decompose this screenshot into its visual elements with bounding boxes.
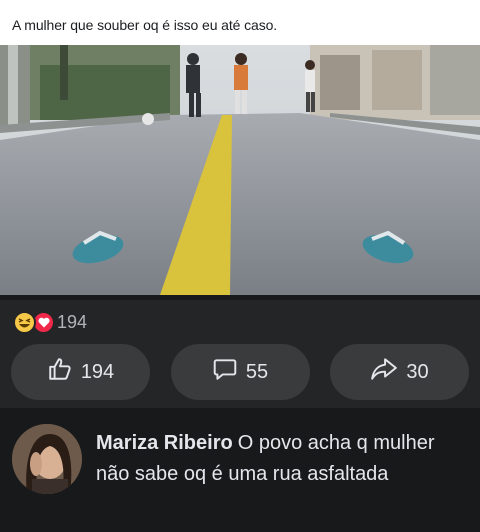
comment-body: Mariza Ribeiro O povo acha q mulher não s… — [96, 428, 466, 490]
comment-count: 55 — [245, 360, 269, 383]
share-count: 30 — [406, 360, 429, 383]
comment-bubble-icon — [212, 356, 238, 388]
post-actions: 194 55 30 — [0, 344, 480, 408]
reactions-summary[interactable]: 194 — [0, 300, 480, 344]
avatar[interactable] — [12, 424, 82, 494]
thumbs-up-icon — [47, 356, 73, 388]
reaction-icons — [13, 310, 67, 334]
like-count: 194 — [80, 360, 115, 383]
comment-author[interactable]: Mariza Ribeiro — [96, 432, 233, 454]
post-caption: A mulher que souber oq é isso eu até cas… — [0, 0, 480, 45]
comment-button[interactable]: 55 — [170, 344, 310, 400]
share-button[interactable]: 30 — [330, 344, 469, 400]
haha-reaction-icon — [13, 311, 36, 334]
share-arrow-icon — [370, 356, 398, 388]
like-button[interactable]: 194 — [11, 344, 150, 400]
comment: Mariza Ribeiro O povo acha q mulher não s… — [0, 412, 480, 532]
post-photo[interactable] — [0, 45, 480, 295]
